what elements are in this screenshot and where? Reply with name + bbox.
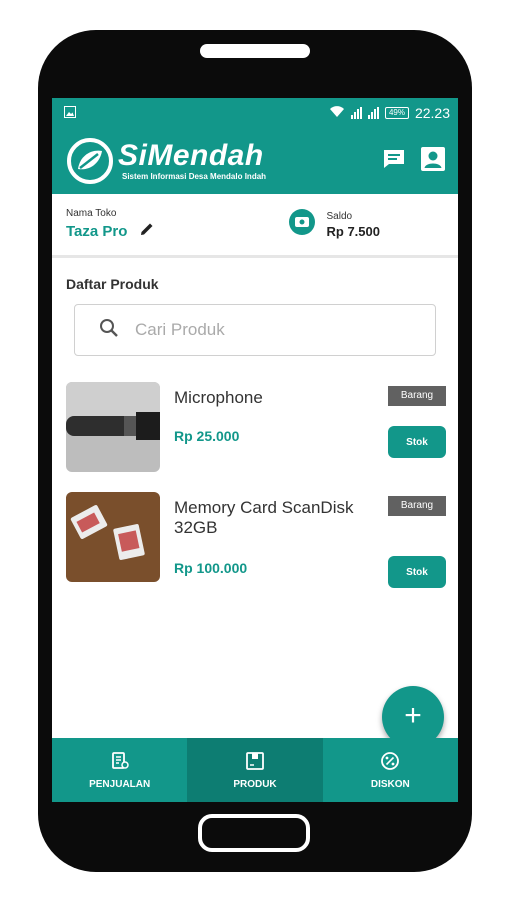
app-subtitle: Sistem Informasi Desa Mendalo Indah [122, 172, 267, 181]
profile-icon[interactable] [420, 146, 446, 177]
receipt-icon [111, 751, 129, 769]
battery-indicator: 49% [384, 107, 409, 119]
clock: 22.23 [414, 105, 450, 121]
app-logo: SiMendah Sistem Informasi Desa Mendalo I… [66, 137, 266, 185]
app-title: SiMendah [118, 139, 264, 172]
store-label: Nama Toko [66, 208, 117, 219]
phone-speaker [200, 44, 310, 58]
search-icon [99, 318, 119, 343]
product-name: Microphone [174, 388, 263, 407]
store-name: Taza Pro [66, 222, 128, 240]
signal-icon [350, 107, 362, 119]
nav-label: PRODUK [233, 778, 277, 790]
product-list: Microphone Rp 25.000 Barang Stok Memory … [52, 382, 458, 602]
nav-item-penjualan[interactable]: PENJUALAN [52, 738, 187, 802]
phone-frame: 49% 22.23 SiMendah Sistem Informasi Desa… [38, 30, 472, 872]
discount-icon [381, 751, 400, 770]
category-badge: Barang [388, 496, 446, 516]
product-name: Memory Card ScanDisk 32GB [174, 498, 354, 537]
status-indicators: 49% 22.23 [329, 105, 450, 121]
store-info-bar: Nama Toko Taza Pro Saldo Rp 7.500 [52, 194, 458, 258]
product-item[interactable]: Microphone Rp 25.000 Barang Stok [52, 382, 458, 492]
nav-label: DISKON [370, 778, 410, 790]
app-bar: SiMendah Sistem Informasi Desa Mendalo I… [52, 128, 458, 194]
chat-icon[interactable] [382, 147, 406, 176]
balance-value: Rp 7.500 [326, 223, 380, 239]
product-image-memory-card [66, 492, 160, 582]
product-item[interactable]: Memory Card ScanDisk 32GB Rp 100.000 Bar… [52, 492, 458, 602]
product-price: Rp 100.000 [174, 560, 248, 576]
search-box[interactable] [74, 304, 436, 356]
search-input[interactable] [135, 320, 355, 340]
product-price: Rp 25.000 [174, 428, 240, 444]
status-bar: 49% 22.23 [52, 98, 458, 128]
stock-button[interactable]: Stok [388, 556, 446, 588]
stock-button[interactable]: Stok [388, 426, 446, 458]
bottom-navigation: PENJUALAN PRODUK DISKON [52, 738, 458, 802]
box-icon [246, 751, 264, 770]
product-list-title: Daftar Produk [66, 276, 159, 292]
nav-item-produk[interactable]: PRODUK [187, 738, 323, 802]
store-info: Nama Toko Taza Pro [66, 208, 155, 241]
app-screen: 49% 22.23 SiMendah Sistem Informasi Desa… [52, 98, 458, 802]
wifi-icon [329, 105, 345, 121]
leaf-logo-icon [67, 138, 113, 184]
signal-2-icon [367, 107, 379, 119]
gallery-notification-icon [64, 105, 76, 121]
phone-home-button[interactable] [198, 814, 310, 852]
product-image-microphone [66, 382, 160, 472]
edit-pencil-icon[interactable] [139, 221, 155, 241]
balance-label: Saldo [326, 210, 353, 222]
wallet-icon [288, 209, 315, 240]
balance-info: Saldo Rp 7.500 [288, 209, 380, 240]
nav-label: PENJUALAN [89, 778, 151, 790]
category-badge: Barang [388, 386, 446, 406]
nav-item-diskon[interactable]: DISKON [323, 738, 458, 802]
